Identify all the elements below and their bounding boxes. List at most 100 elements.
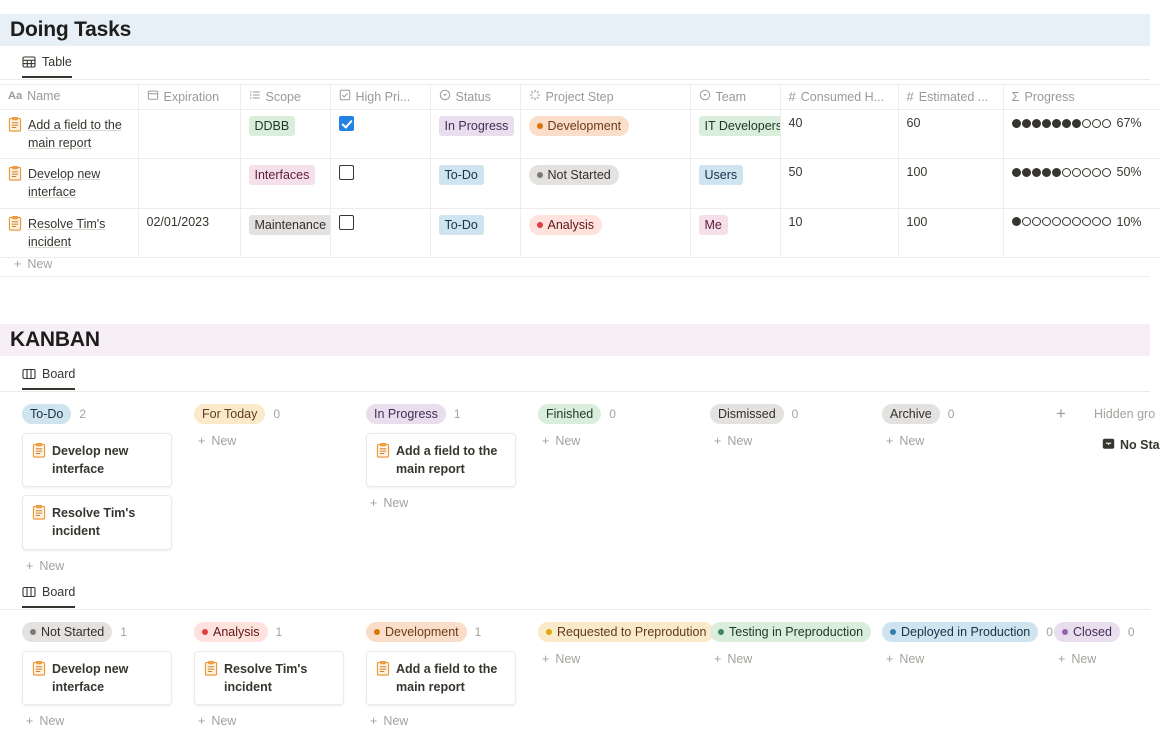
kanban-column-header[interactable]: In Progress1 [366,403,538,425]
cell-expiration[interactable] [138,110,240,159]
column-header-high-priority[interactable]: High Pri... [330,85,430,110]
cell-team[interactable]: Me [690,208,780,257]
high-priority-checkbox[interactable] [339,165,354,180]
cell-name[interactable]: Develop new interface [0,159,138,208]
column-header-status[interactable]: Status [430,85,520,110]
kanban-card[interactable]: Add a field to the main report [366,651,516,705]
tag-pill[interactable]: To-Do [439,215,484,235]
kanban-column-header[interactable]: Closed0 [1054,621,1160,643]
kanban-column-header[interactable]: Archive0 [882,403,1054,425]
tag-pill[interactable]: To-Do [439,165,484,185]
tab-board-status[interactable]: Board [22,367,75,390]
kanban-new-card-button[interactable]: +New [194,714,366,728]
column-header-expiration[interactable]: Expiration [138,85,240,110]
kanban-column-header[interactable]: Requested to Preprodution [538,621,738,643]
tag-pill[interactable]: Not Started [22,622,112,642]
kanban-card[interactable]: Resolve Tim's incident [194,651,344,705]
column-header-scope[interactable]: Scope [240,85,330,110]
kanban-new-card-button[interactable]: +New [538,652,738,666]
tab-board-project-step[interactable]: Board [22,585,75,608]
kanban-column-header[interactable]: Testing in Preproduction [710,621,910,643]
cell-estimated[interactable]: 60 [898,110,1003,159]
no-status-group[interactable]: No Sta [1102,437,1160,453]
kanban-column-header[interactable]: Deployed in Production0 [882,621,1082,643]
kanban-card[interactable]: Develop new interface [22,651,172,705]
cell-name[interactable]: Resolve Tim's incident [0,208,138,257]
kanban-column-header[interactable]: Not Started1 [22,621,194,643]
high-priority-checkbox[interactable] [339,116,354,131]
tag-pill[interactable]: Analysis [529,215,603,235]
tag-pill[interactable]: Testing in Preproduction [710,622,871,642]
table-row[interactable]: Add a field to the main report DDBB In Pro… [0,110,1160,159]
tag-pill[interactable]: IT Developers [699,116,781,136]
high-priority-checkbox[interactable] [339,215,354,230]
column-header-project-step[interactable]: Project Step [520,85,690,110]
kanban-new-card-button[interactable]: +New [22,559,194,573]
kanban-new-card-button[interactable]: +New [538,434,710,448]
kanban-new-card-button[interactable]: +New [1054,652,1160,666]
kanban-new-card-button[interactable]: +New [710,434,882,448]
kanban-new-card-button[interactable]: +New [882,652,1082,666]
tag-pill[interactable]: In Progress [366,404,446,424]
tag-pill[interactable]: For Today [194,404,265,424]
cell-estimated[interactable]: 100 [898,159,1003,208]
cell-expiration[interactable]: 02/01/2023 [138,208,240,257]
cell-estimated[interactable]: 100 [898,208,1003,257]
cell-consumed-hours[interactable]: 40 [780,110,898,159]
kanban-new-card-button[interactable]: +New [710,652,910,666]
tag-pill[interactable]: Development [529,116,630,136]
cell-high-priority[interactable] [330,208,430,257]
tag-pill[interactable]: Archive [882,404,940,424]
kanban-new-card-button[interactable]: +New [366,714,538,728]
tag-pill[interactable]: Deployed in Production [882,622,1038,642]
tag-pill[interactable]: Dismissed [710,404,784,424]
kanban-column-header[interactable]: To-Do2 [22,403,194,425]
kanban-column-header[interactable]: Dismissed0 [710,403,882,425]
cell-project-step[interactable]: Development [520,110,690,159]
column-header-team[interactable]: Team [690,85,780,110]
tag-pill[interactable]: In Progress [439,116,515,136]
column-header-estimated[interactable]: # Estimated ... [898,85,1003,110]
tag-pill[interactable]: Finished [538,404,601,424]
column-header-progress[interactable]: Σ Progress [1003,85,1160,110]
cell-status[interactable]: To-Do [430,159,520,208]
column-header-consumed-hours[interactable]: # Consumed H... [780,85,898,110]
kanban-new-card-button[interactable]: +New [366,496,538,510]
cell-status[interactable]: To-Do [430,208,520,257]
tab-table[interactable]: Table [22,55,72,78]
tag-pill[interactable]: Not Started [529,165,619,185]
kanban-column-header[interactable]: For Today0 [194,403,366,425]
cell-team[interactable]: IT Developers [690,110,780,159]
kanban-column-header[interactable]: Finished0 [538,403,710,425]
tag-pill[interactable]: Maintenance [249,215,331,235]
tag-pill[interactable]: To-Do [22,404,71,424]
tag-pill[interactable]: Me [699,215,728,235]
table-row[interactable]: Resolve Tim's incident02/01/2023 Maintena… [0,208,1160,257]
cell-team[interactable]: Users [690,159,780,208]
kanban-column-header[interactable]: Development1 [366,621,538,643]
tag-pill[interactable]: Analysis [194,622,268,642]
kanban-card[interactable]: Develop new interface [22,433,172,487]
tag-pill[interactable]: Development [366,622,467,642]
tag-pill[interactable]: Requested to Preprodution [538,622,714,642]
cell-scope[interactable]: DDBB [240,110,330,159]
cell-consumed-hours[interactable]: 10 [780,208,898,257]
cell-high-priority[interactable] [330,110,430,159]
kanban-new-card-button[interactable]: +New [194,434,366,448]
cell-name[interactable]: Add a field to the main report [0,110,138,159]
cell-consumed-hours[interactable]: 50 [780,159,898,208]
tag-pill[interactable]: Users [699,165,744,185]
cell-high-priority[interactable] [330,159,430,208]
kanban-card[interactable]: Add a field to the main report [366,433,516,487]
cell-project-step[interactable]: Not Started [520,159,690,208]
table-new-row-button[interactable]: + New [0,251,1150,277]
kanban-new-card-button[interactable]: +New [22,714,194,728]
cell-project-step[interactable]: Analysis [520,208,690,257]
kanban-card[interactable]: Resolve Tim's incident [22,495,172,549]
cell-status[interactable]: In Progress [430,110,520,159]
add-group-button[interactable]: + [1056,405,1066,423]
cell-expiration[interactable] [138,159,240,208]
tag-pill[interactable]: Interfaces [249,165,316,185]
column-header-name[interactable]: Aa Name [0,85,138,110]
cell-scope[interactable]: Maintenance [240,208,330,257]
